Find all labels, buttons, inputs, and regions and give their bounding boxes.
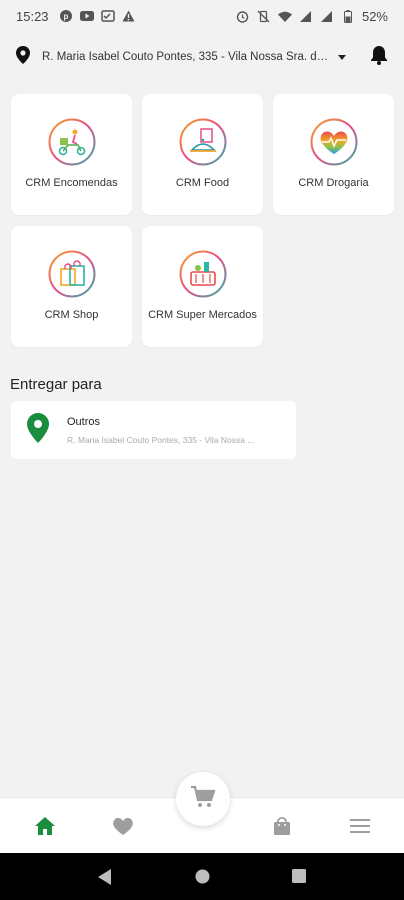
alarm-icon (236, 9, 250, 23)
status-bar: 15:23 p 52% (0, 0, 404, 32)
home-system-icon[interactable] (195, 869, 210, 889)
address-selector[interactable]: R. Maria Isabel Couto Pontes, 335 - Vila… (0, 38, 404, 76)
food-icon (179, 118, 226, 166)
back-icon[interactable] (98, 869, 112, 890)
service-tile-drogaria[interactable]: CRM Drogaria (273, 94, 394, 215)
youtube-icon (79, 9, 94, 23)
status-time: 15:23 (16, 8, 49, 24)
bell-icon[interactable] (370, 45, 388, 70)
cart-icon (190, 785, 216, 814)
service-tile-supermercados[interactable]: CRM Super Mercados (142, 226, 263, 347)
vibrate-off-icon (257, 9, 271, 23)
menu-icon[interactable] (348, 814, 372, 838)
cart-button[interactable] (176, 772, 230, 826)
pinterest-icon: p (59, 9, 73, 23)
scooter-delivery-icon (48, 118, 95, 166)
system-navigation-bar (0, 853, 404, 900)
cast-icon (100, 9, 115, 23)
location-pin-icon (16, 45, 30, 69)
service-tile-shop[interactable]: CRM Shop (11, 226, 132, 347)
home-icon[interactable] (33, 814, 57, 838)
orders-icon[interactable] (270, 814, 294, 838)
warning-icon (122, 9, 136, 23)
favorites-icon[interactable] (111, 814, 135, 838)
chevron-down-icon[interactable] (338, 54, 346, 60)
service-tile-encomendas[interactable]: CRM Encomendas (11, 94, 132, 215)
recents-icon[interactable] (292, 869, 306, 888)
basket-icon (179, 250, 226, 298)
shopping-bag-icon (48, 250, 95, 298)
service-label: CRM Shop (44, 309, 99, 321)
current-address[interactable]: R. Maria Isabel Couto Pontes, 335 - Vila… (42, 51, 332, 63)
service-label: CRM Food (175, 177, 230, 189)
signal-icon (320, 9, 334, 23)
service-label: CRM Drogaria (298, 177, 369, 189)
service-tile-food[interactable]: CRM Food (142, 94, 263, 215)
signal-icon (299, 9, 313, 23)
heart-pulse-icon (310, 118, 357, 166)
delivery-section-title: Entregar para (10, 376, 102, 393)
delivery-label: Outros (67, 415, 101, 428)
wifi-icon (277, 9, 292, 23)
battery-icon (341, 9, 355, 23)
delivery-address: R. Maria Isabel Couto Pontes, 335 - Vila… (67, 434, 255, 445)
service-label: CRM Encomendas (25, 177, 118, 189)
svg-text:p: p (63, 12, 68, 21)
location-pin-icon (27, 412, 49, 448)
battery-percent: 52% (361, 8, 388, 24)
service-label: CRM Super Mercados (148, 309, 257, 321)
delivery-address-card[interactable]: Outros R. Maria Isabel Couto Pontes, 335… (11, 401, 296, 459)
